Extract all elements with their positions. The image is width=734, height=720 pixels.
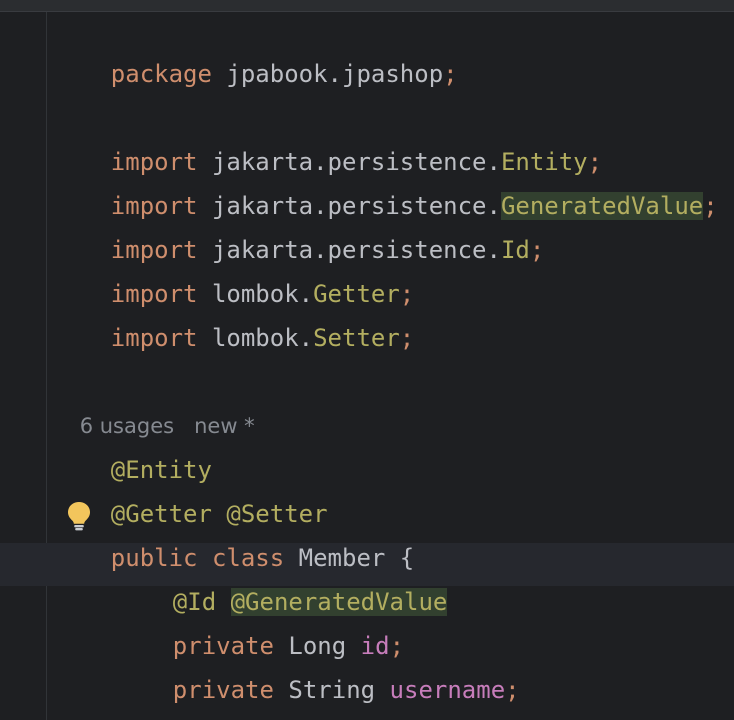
import-package: lombok. <box>197 324 314 352</box>
keyword-import: import <box>110 324 198 352</box>
code-line-import-setter[interactable]: import lombok.Setter; <box>53 284 414 352</box>
code-line-import-getter[interactable]: import lombok.Getter; <box>53 240 414 308</box>
editor-tab-strip <box>0 0 734 12</box>
import-class-id[interactable]: Id <box>501 236 530 264</box>
semicolon: ; <box>703 192 718 220</box>
code-line-import-id[interactable]: import jakarta.persistence.Id; <box>53 196 545 264</box>
gutter-divider <box>46 12 47 720</box>
type-string[interactable]: String <box>274 676 390 704</box>
code-line-class-declaration[interactable]: public class Member { <box>53 504 414 572</box>
code-editor[interactable]: package jpabook.jpashop; import jakarta.… <box>0 0 734 720</box>
code-vision-hints: 6 usages new * <box>53 372 255 438</box>
code-line-field-id[interactable]: private Long id; <box>115 592 404 660</box>
semicolon: ; <box>505 676 520 704</box>
code-line-field-annotations[interactable]: @Id @GeneratedValue <box>115 548 448 616</box>
semicolon: ; <box>399 324 415 352</box>
keyword-private: private <box>172 676 274 704</box>
code-line-import-entity[interactable]: import jakarta.persistence.Entity; <box>53 108 602 176</box>
import-class-setter[interactable]: Setter <box>313 324 400 352</box>
code-line-import-generatedvalue[interactable]: import jakarta.persistence.GeneratedValu… <box>53 152 718 220</box>
code-line-package[interactable]: package jpabook.jpashop; <box>53 20 458 88</box>
code-line-closing-brace[interactable]: } <box>53 678 125 720</box>
code-line-field-username[interactable]: private String username; <box>115 636 520 704</box>
package-name: jpabook.jpashop <box>211 60 444 88</box>
code-line-annotation-entity[interactable]: @Entity <box>53 416 212 484</box>
semicolon: ; <box>529 236 545 264</box>
editor-gutter[interactable] <box>0 12 46 720</box>
field-username[interactable]: username <box>390 676 506 704</box>
code-line-annotation-lombok[interactable]: @Getter @Setter <box>53 460 328 528</box>
keyword-package: package <box>110 60 212 88</box>
semicolon: ; <box>443 60 458 88</box>
lightbulb-icon[interactable] <box>66 501 92 531</box>
